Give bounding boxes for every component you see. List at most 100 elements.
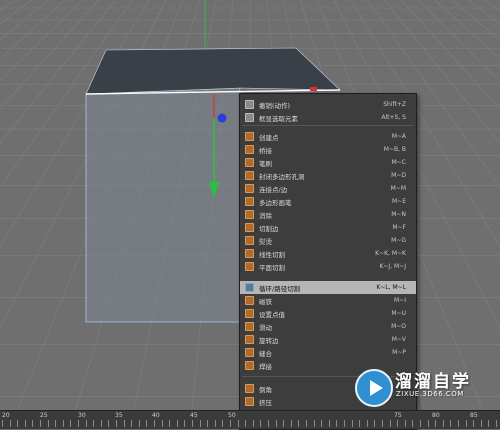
menu-item-shortcut: K~L, M~L <box>376 284 406 291</box>
watermark-title: 溜溜自学 <box>395 372 471 392</box>
menu-item-shortcut: M~D <box>391 172 406 179</box>
menu-item-line-cut[interactable]: 线性切割 K~K, M~K <box>240 247 416 260</box>
timeline-tick <box>124 420 125 427</box>
watermark-url: ZIXUE.3D66.COM <box>396 390 464 398</box>
menu-item-shortcut: M~N <box>391 211 406 218</box>
grid-line <box>0 0 15 11</box>
menu-item-iron[interactable]: 熨烫 M~G <box>240 234 416 247</box>
timeline-tick <box>291 420 292 427</box>
menu-item-shortcut: Alt+S, S <box>381 114 406 121</box>
grid-line <box>0 0 49 41</box>
timeline-tick <box>268 420 269 427</box>
menu-item-dissolve[interactable]: 消除 M~N <box>240 208 416 221</box>
watermark: 溜溜自学 ZIXUE.3D66.COM <box>355 365 495 415</box>
menu-item-polygon-pen[interactable]: 多边形画笔 M~E <box>240 195 416 208</box>
set-point-value-icon <box>245 309 254 318</box>
timeline-tick-label: 35 <box>115 412 123 419</box>
create-point-icon <box>245 132 254 141</box>
timeline-tick <box>466 420 467 427</box>
menu-item-bridge[interactable]: 桥接 M~B, B <box>240 143 416 156</box>
timeline-tick <box>473 420 474 427</box>
timeline-tick <box>146 420 147 427</box>
timeline-tick <box>450 420 451 427</box>
timeline-tick <box>359 420 360 427</box>
timeline-tick <box>78 420 79 427</box>
menu-item-set-point-value[interactable]: 设置点值 M~U <box>240 307 416 320</box>
menu-item-connect-points-edges[interactable]: 连接点/边 M~M <box>240 182 416 195</box>
timeline-tick <box>184 420 185 427</box>
menu-item-stitch[interactable]: 缝合 M~P <box>240 346 416 359</box>
timeline-tick <box>32 420 33 427</box>
timeline-tick <box>192 420 193 427</box>
timeline-tick <box>397 420 398 427</box>
timeline-tick <box>139 420 140 427</box>
timeline-tick <box>238 420 239 427</box>
timeline-tick <box>63 420 64 427</box>
menu-item-shortcut: K~J, M~J <box>379 263 406 270</box>
cube-front-face[interactable] <box>85 87 241 323</box>
grid-line <box>0 0 32 25</box>
timeline-tick <box>367 420 368 427</box>
watermark-logo-icon <box>355 369 393 407</box>
timeline-tick <box>2 420 3 427</box>
timeline-tick <box>17 420 18 427</box>
timeline-tick <box>352 420 353 427</box>
timeline-tick-label: 20 <box>2 412 10 419</box>
edge-handle-red[interactable] <box>310 87 317 91</box>
undo-icon <box>245 100 254 109</box>
timeline-tick <box>25 420 26 427</box>
menu-item-spin-edge[interactable]: 旋转边 M~V <box>240 333 416 346</box>
menu-item-cut-edges[interactable]: 切割边 M~F <box>240 221 416 234</box>
timeline-tick <box>10 420 11 427</box>
grid-line <box>417 0 500 82</box>
gizmo-z-handle[interactable] <box>217 113 227 123</box>
menu-item-brush[interactable]: 笔刷 M~C <box>240 156 416 169</box>
grid-line <box>451 0 500 41</box>
brush-icon <box>245 158 254 167</box>
plane-cut-icon <box>245 262 254 271</box>
timeline-tick <box>70 420 71 427</box>
menu-item-shortcut: M~U <box>391 310 406 317</box>
menu-item-slide[interactable]: 滑动 M~O <box>240 320 416 333</box>
polygon-pen-icon <box>245 197 254 206</box>
timeline-tick <box>443 420 444 427</box>
close-polygon-hole-icon <box>245 171 254 180</box>
timeline-tick <box>93 420 94 427</box>
slide-icon <box>245 322 254 331</box>
cut-edges-icon <box>245 223 254 232</box>
menu-item-close-polygon-hole[interactable]: 封闭多边形孔洞 M~D <box>240 169 416 182</box>
timeline-tick <box>40 420 41 427</box>
menu-item-create-point[interactable]: 创建点 M~A <box>240 130 416 143</box>
menu-item-shortcut: M~M <box>390 185 406 192</box>
timeline-tick <box>276 420 277 427</box>
timeline-tick <box>390 420 391 427</box>
timeline-tick-label: 50 <box>228 412 236 419</box>
timeline-tick <box>154 420 155 427</box>
menu-item-loop-path-cut[interactable]: 循环/路径切割 K~L, M~L <box>240 281 416 294</box>
timeline-tick <box>222 420 223 427</box>
timeline-tick <box>496 420 497 427</box>
timeline-tick <box>488 420 489 427</box>
timeline-tick <box>374 420 375 427</box>
menu-item-frame-selection[interactable]: 框显选取元素 Alt+S, S <box>240 111 416 124</box>
menu-item-magnet[interactable]: 磁铁 M~I <box>240 294 416 307</box>
timeline-tick-label: 40 <box>152 412 160 419</box>
timeline-tick <box>306 420 307 427</box>
timeline-tick <box>298 420 299 427</box>
timeline-tick <box>314 420 315 427</box>
timeline-tick <box>230 420 231 427</box>
menu-item-undo[interactable]: 撤销(动作) Shift+Z <box>240 98 416 111</box>
timeline-tick-label: 30 <box>78 412 86 419</box>
timeline-tick <box>435 420 436 427</box>
bevel-icon <box>245 384 254 393</box>
timeline-tick-label: 45 <box>190 412 198 419</box>
spin-edge-icon <box>245 335 254 344</box>
weld-icon <box>245 361 254 370</box>
frame-selection-icon <box>245 113 254 122</box>
timeline-tick <box>116 420 117 427</box>
timeline-tick <box>131 420 132 427</box>
grid-line <box>0 0 83 82</box>
cube-top-face[interactable] <box>85 47 341 95</box>
menu-item-plane-cut[interactable]: 平面切割 K~J, M~J <box>240 260 416 273</box>
timeline-tick <box>108 420 109 427</box>
